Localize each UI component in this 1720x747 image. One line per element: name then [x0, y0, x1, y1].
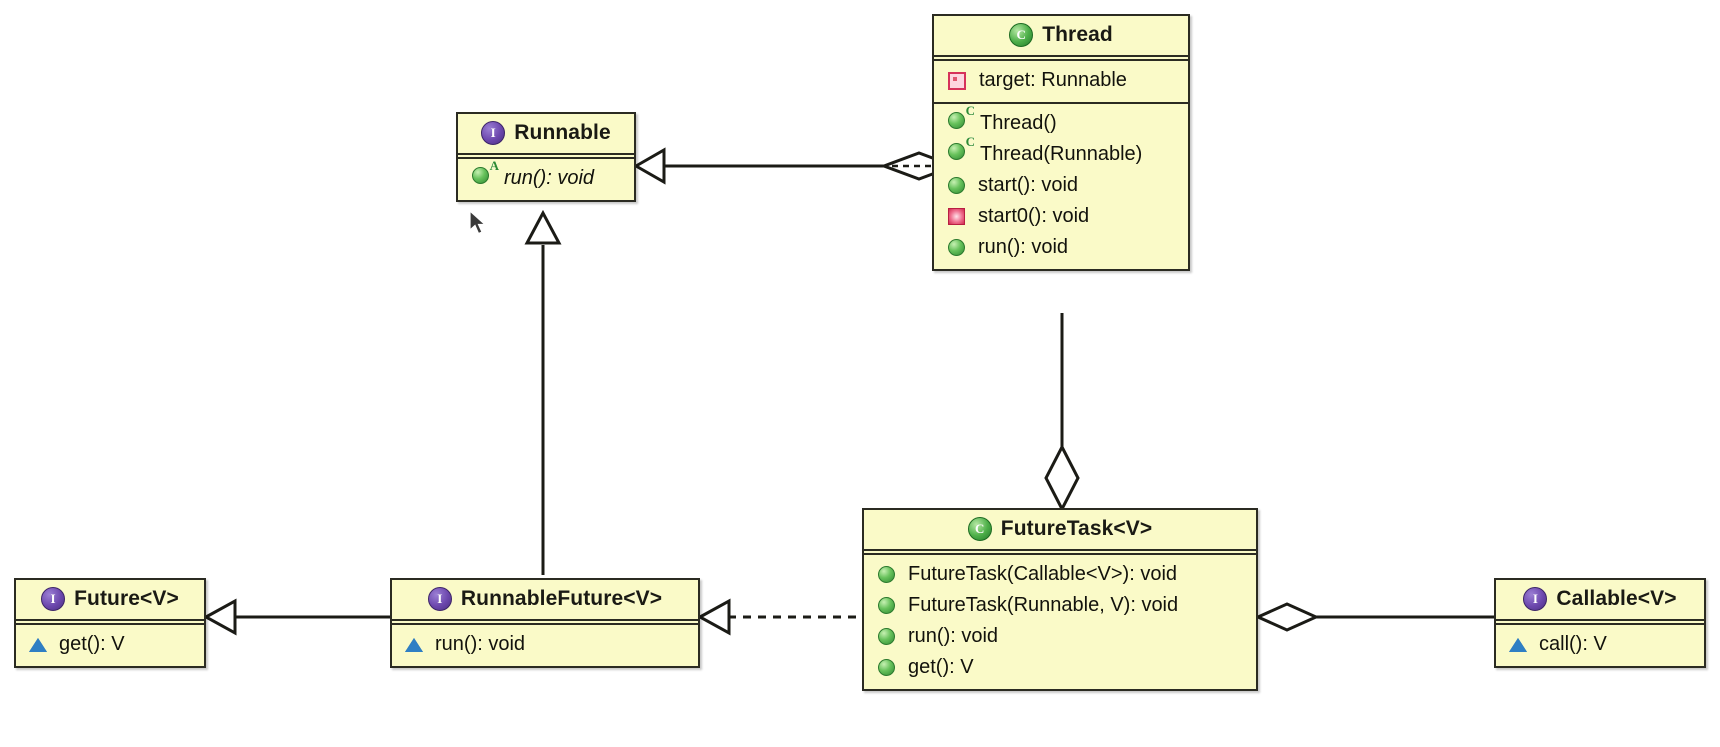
edge-runnablefuture-extends-runnable	[524, 209, 562, 575]
method-row[interactable]: start0(): void	[934, 201, 1188, 232]
interface-icon: I	[41, 587, 66, 611]
methods-section-runnablefuture: run(): void	[392, 625, 698, 666]
methods-section-future: get(): V	[16, 625, 204, 666]
methods-section-runnable: A run(): void	[458, 158, 634, 200]
class-box-runnablefuture[interactable]: I RunnableFuture<V> run(): void	[390, 578, 700, 668]
class-box-future[interactable]: I Future<V> get(): V	[14, 578, 206, 668]
method-label: call(): V	[1539, 633, 1607, 655]
methods-section-thread: C Thread() C Thread(Runnable) start(): v…	[934, 103, 1188, 269]
field-row[interactable]: target: Runnable	[934, 65, 1188, 96]
method-label: start(): void	[978, 174, 1079, 196]
edge-thread-aggregates-runnable	[632, 147, 959, 185]
method-icon	[878, 659, 895, 676]
method-label: run(): void	[504, 167, 595, 189]
method-label: start0(): void	[978, 205, 1090, 227]
mouse-cursor	[469, 210, 487, 235]
edge-futuretask-aggregates-callable	[1254, 602, 1494, 632]
method-label: FutureTask(Callable<V>): void	[908, 563, 1178, 585]
class-title-runnablefuture: I RunnableFuture<V>	[392, 580, 698, 619]
class-box-callable[interactable]: I Callable<V> call(): V	[1494, 578, 1706, 668]
method-label: run(): void	[435, 633, 526, 655]
method-icon	[948, 177, 965, 194]
class-name-label: Thread	[1042, 23, 1113, 46]
method-icon	[878, 628, 895, 645]
method-row[interactable]: run(): void	[864, 621, 1256, 652]
methods-section-futuretask: FutureTask(Callable<V>): void FutureTask…	[864, 555, 1256, 689]
method-row[interactable]: get(): V	[864, 652, 1256, 683]
class-icon: C	[967, 517, 992, 541]
private-method-icon	[948, 208, 965, 225]
class-title-thread: C Thread	[934, 16, 1188, 55]
method-icon: C	[945, 103, 975, 136]
edge-futuretask-aggregates-thread	[1044, 313, 1080, 513]
methods-section-callable: call(): V	[1496, 625, 1704, 666]
method-row[interactable]: FutureTask(Callable<V>): void	[864, 559, 1256, 590]
method-icon	[948, 239, 965, 256]
interface-icon: I	[1523, 587, 1548, 611]
class-name-label: Runnable	[514, 121, 611, 144]
edge-runnablefuture-extends-future	[202, 598, 390, 636]
method-row[interactable]: run(): void	[934, 232, 1188, 263]
abstract-triangle-icon	[29, 637, 47, 652]
uml-diagram-canvas: C Thread target: Runnable C Thread() C T…	[0, 0, 1720, 747]
class-name-label: Callable<V>	[1556, 587, 1677, 610]
constructor-badge: C	[965, 103, 975, 118]
relationship-edges-layer	[202, 147, 1494, 636]
method-label: run(): void	[908, 625, 999, 647]
interface-icon: I	[481, 121, 506, 145]
method-label: get(): V	[908, 656, 974, 678]
abstract-triangle-icon	[405, 637, 423, 652]
class-box-runnable[interactable]: I Runnable A run(): void	[456, 112, 636, 202]
class-name-label: Future<V>	[74, 587, 179, 610]
class-title-futuretask: C FutureTask<V>	[864, 510, 1256, 549]
class-box-thread[interactable]: C Thread target: Runnable C Thread() C T…	[932, 14, 1190, 271]
class-title-runnable: I Runnable	[458, 114, 634, 153]
class-box-futuretask[interactable]: C FutureTask<V> FutureTask(Callable<V>):…	[862, 508, 1258, 691]
method-icon	[878, 597, 895, 614]
fields-section-thread: target: Runnable	[934, 61, 1188, 102]
method-row[interactable]: C Thread(Runnable)	[934, 134, 1188, 170]
method-row[interactable]: start(): void	[934, 170, 1188, 201]
method-row[interactable]: call(): V	[1496, 629, 1704, 660]
class-title-future: I Future<V>	[16, 580, 204, 619]
method-icon: C	[945, 134, 975, 167]
method-row[interactable]: get(): V	[16, 629, 204, 660]
interface-icon: I	[427, 587, 452, 611]
method-row[interactable]: FutureTask(Runnable, V): void	[864, 590, 1256, 621]
method-icon: A	[469, 158, 499, 191]
method-row[interactable]: A run(): void	[458, 158, 634, 194]
field-label: target: Runnable	[979, 69, 1127, 91]
private-field-icon	[948, 71, 966, 90]
class-name-label: FutureTask<V>	[1000, 517, 1153, 540]
method-label: run(): void	[978, 236, 1069, 258]
class-name-label: RunnableFuture<V>	[460, 587, 663, 610]
class-icon: C	[1009, 23, 1034, 47]
method-row[interactable]: run(): void	[392, 629, 698, 660]
method-label: get(): V	[59, 633, 125, 655]
constructor-badge: C	[965, 134, 975, 149]
abstract-triangle-icon	[1509, 637, 1527, 652]
method-label: Thread()	[980, 112, 1057, 134]
method-label: FutureTask(Runnable, V): void	[908, 594, 1179, 616]
method-icon	[878, 566, 895, 583]
abstract-badge: A	[489, 158, 499, 173]
method-label: Thread(Runnable)	[980, 143, 1143, 165]
edge-futuretask-implements-runnablefuture	[696, 598, 862, 636]
class-title-callable: I Callable<V>	[1496, 580, 1704, 619]
